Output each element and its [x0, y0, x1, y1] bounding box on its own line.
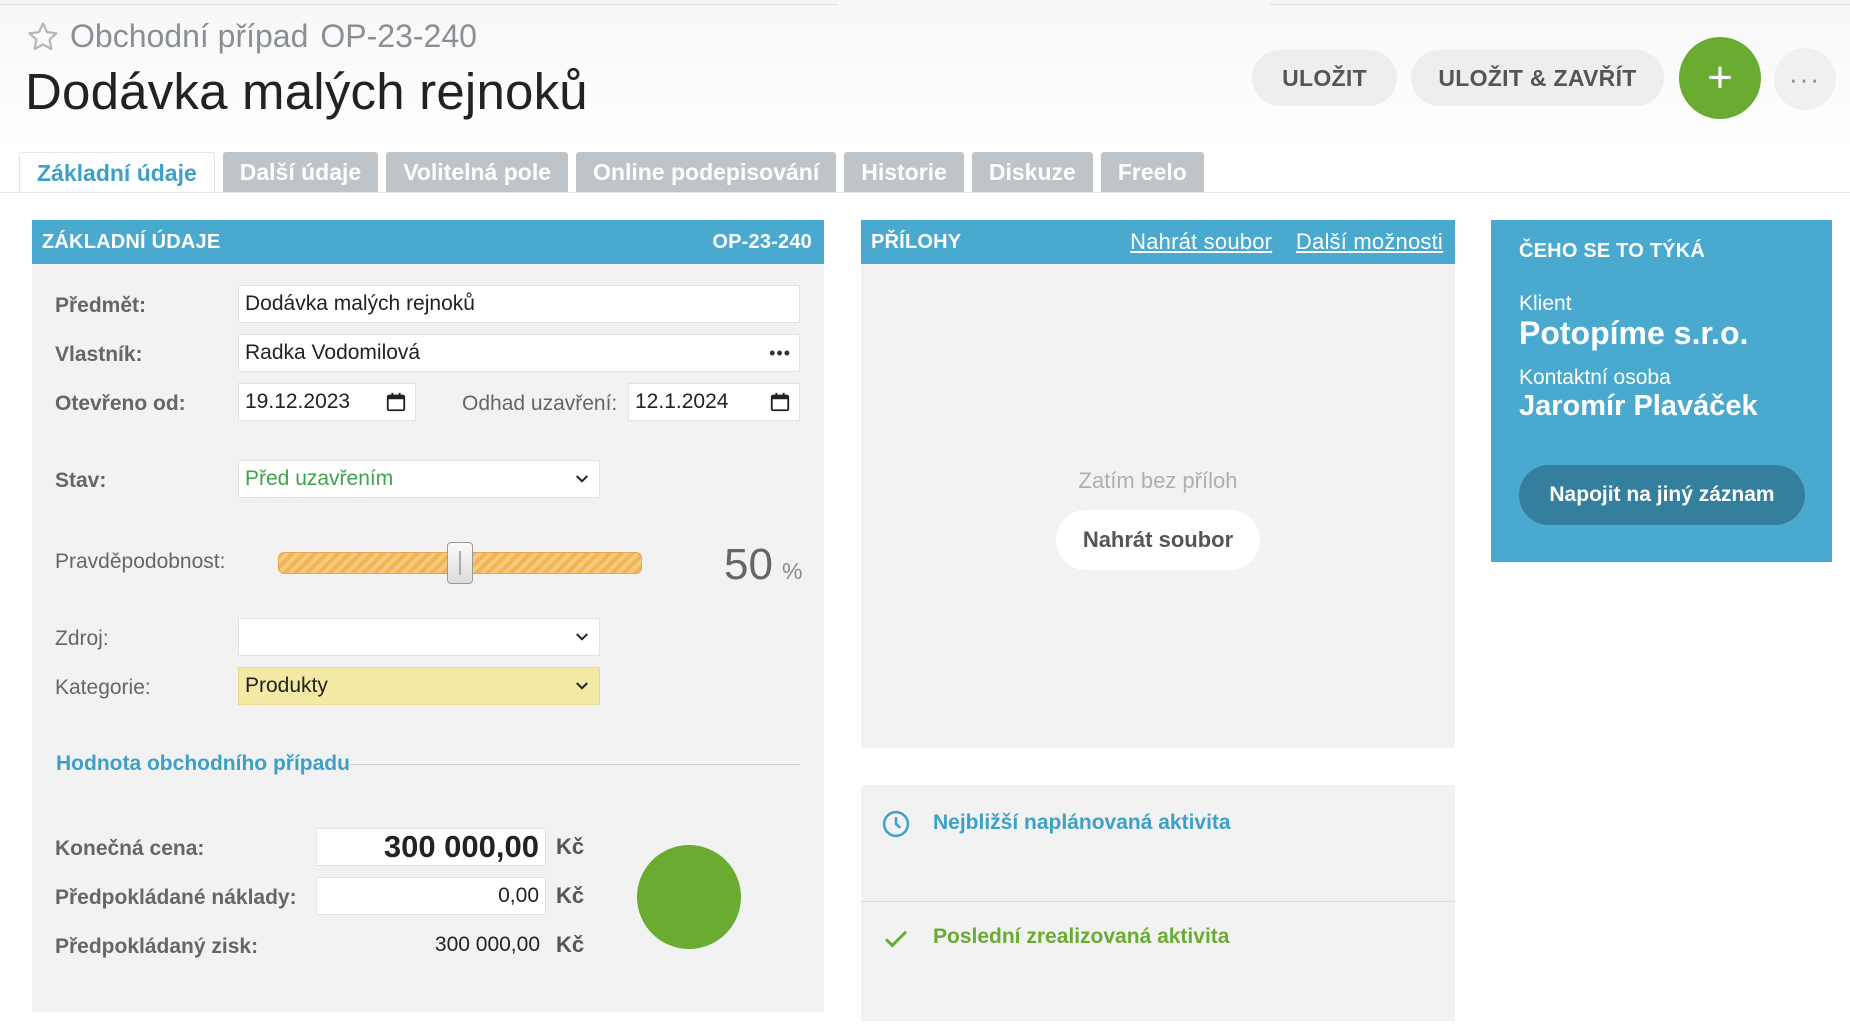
currency-label: Kč	[556, 883, 585, 908]
subject-value: Dodávka malých rejnoků	[245, 292, 475, 315]
profit-pie-chart	[637, 845, 741, 949]
owner-label: Vlastník:	[55, 343, 143, 366]
activities-panel: Nejbližší naplánovaná aktivita Poslední …	[861, 785, 1455, 1021]
check-icon	[884, 930, 908, 948]
tab-discussion[interactable]: Diskuze	[971, 152, 1093, 192]
tab-freelo[interactable]: Freelo	[1100, 152, 1204, 192]
owner-input[interactable]: Radka Vodomilová •••	[238, 334, 800, 372]
add-button[interactable]: +	[1679, 37, 1761, 119]
chevron-down-icon	[573, 461, 591, 497]
save-button[interactable]: ULOŽIT	[1252, 50, 1397, 106]
costs-label: Předpokládané náklady:	[55, 886, 297, 909]
contact-label: Kontaktní osoba	[1519, 366, 1671, 389]
upload-file-link[interactable]: Nahrát soubor	[1130, 229, 1272, 254]
tab-basic-info[interactable]: Základní údaje	[19, 152, 215, 194]
star-icon[interactable]	[26, 20, 60, 54]
profit-value: 300 000,00	[434, 933, 540, 956]
upload-file-button[interactable]: Nahrát soubor	[1056, 510, 1260, 570]
panel-title: PŘÍLOHY	[871, 230, 962, 253]
attachments-panel: PŘÍLOHY Nahrát soubor Další možnosti Zat…	[861, 220, 1455, 748]
related-title: ČEHO SE TO TÝKÁ	[1519, 240, 1705, 262]
status-select[interactable]: Před uzavřením	[238, 460, 600, 498]
panel-title: ZÁKLADNÍ ÚDAJE	[42, 230, 221, 253]
record-type: Obchodní případ	[70, 18, 309, 54]
currency-label: Kč	[556, 834, 585, 859]
panel-code: OP-23-240	[712, 230, 812, 253]
source-label: Zdroj:	[55, 627, 109, 650]
connect-record-button[interactable]: Napojit na jiný záznam	[1519, 465, 1805, 525]
subject-label: Předmět:	[55, 294, 147, 317]
window-strip-segment	[1270, 0, 1850, 5]
chevron-down-icon	[573, 668, 591, 704]
record-header: Obchodní případ OP-23-240 Dodávka malých…	[0, 0, 1850, 150]
contact-value[interactable]: Jaromír Plaváček	[1519, 390, 1758, 423]
final-price-value: 300 000,00	[383, 829, 539, 864]
activities-divider	[861, 901, 1455, 902]
slider-grip	[459, 551, 461, 575]
costs-value: 0,00	[498, 884, 539, 907]
related-panel: ČEHO SE TO TÝKÁ Klient Potopíme s.r.o. K…	[1491, 220, 1832, 562]
owner-value: Radka Vodomilová	[245, 341, 421, 364]
tab-bar: Základní údaje Další údaje Volitelná pol…	[19, 152, 1204, 194]
last-activity-row[interactable]: Poslední zrealizovaná aktivita	[861, 909, 1455, 1021]
clock-icon	[882, 810, 910, 838]
calendar-icon[interactable]	[385, 384, 407, 420]
category-select[interactable]: Produkty	[238, 667, 600, 705]
top-window-strip	[0, 0, 1850, 6]
probability-value: 50	[724, 540, 773, 589]
probability-unit: %	[782, 558, 803, 584]
client-label: Klient	[1519, 292, 1572, 315]
source-select[interactable]	[238, 618, 600, 656]
close-estimate-value: 12.1.2024	[635, 390, 729, 413]
tab-divider	[0, 192, 1850, 193]
owner-more-icon[interactable]: •••	[769, 335, 791, 371]
profit-label: Předpokládaný zisk:	[55, 935, 259, 958]
status-value: Před uzavřením	[245, 467, 394, 490]
subject-input[interactable]: Dodávka malých rejnoků	[238, 285, 800, 323]
next-activity-label: Nejbližší naplánovaná aktivita	[933, 811, 1231, 834]
costs-input[interactable]: 0,00	[316, 877, 546, 915]
record-subtitle: Obchodní případ OP-23-240	[26, 18, 477, 55]
next-activity-row[interactable]: Nejbližší naplánovaná aktivita	[861, 795, 1455, 907]
tab-online-signing[interactable]: Online podepisování	[576, 152, 837, 192]
attachments-header: PŘÍLOHY Nahrát soubor Další možnosti	[861, 220, 1455, 264]
category-label: Kategorie:	[55, 676, 151, 699]
calendar-icon[interactable]	[769, 384, 791, 420]
probability-slider-handle[interactable]	[447, 542, 473, 584]
tab-optional-fields[interactable]: Volitelná pole	[386, 152, 569, 192]
window-strip-segment	[0, 0, 838, 5]
probability-label: Pravděpodobnost:	[55, 550, 226, 573]
tab-history[interactable]: Historie	[844, 152, 964, 192]
final-price-label: Konečná cena:	[55, 837, 205, 860]
close-estimate-input[interactable]: 12.1.2024	[628, 383, 800, 421]
client-value[interactable]: Potopíme s.r.o.	[1519, 315, 1748, 352]
page-title: Dodávka malých rejnoků	[25, 63, 588, 120]
chevron-down-icon	[573, 619, 591, 655]
deal-value-section-title: Hodnota obchodního případu	[56, 752, 350, 775]
more-icon: ···	[1789, 63, 1821, 94]
opened-label: Otevřeno od:	[55, 392, 186, 415]
no-attachments-text: Zatím bez příloh	[1078, 468, 1238, 493]
more-actions-button[interactable]: ···	[1774, 48, 1836, 110]
basic-info-panel: ZÁKLADNÍ ÚDAJE OP-23-240 Předmět: Dodávk…	[32, 220, 824, 1012]
category-value: Produkty	[245, 674, 328, 697]
plus-icon: +	[1707, 53, 1733, 102]
basic-info-header: ZÁKLADNÍ ÚDAJE OP-23-240	[32, 220, 824, 264]
close-estimate-label: Odhad uzavření:	[462, 392, 618, 415]
status-label: Stav:	[55, 469, 107, 492]
more-options-link[interactable]: Další možnosti	[1296, 229, 1443, 254]
final-price-input[interactable]: 300 000,00	[316, 828, 546, 866]
record-code: OP-23-240	[320, 18, 477, 54]
tab-more-info[interactable]: Další údaje	[222, 152, 379, 192]
save-close-button[interactable]: ULOŽIT & ZAVŘÍT	[1411, 50, 1664, 106]
currency-label: Kč	[556, 932, 585, 957]
opened-date-value: 19.12.2023	[245, 390, 351, 413]
opened-date-input[interactable]: 19.12.2023	[238, 383, 416, 421]
section-divider	[348, 764, 800, 765]
last-activity-label: Poslední zrealizovaná aktivita	[933, 925, 1230, 948]
